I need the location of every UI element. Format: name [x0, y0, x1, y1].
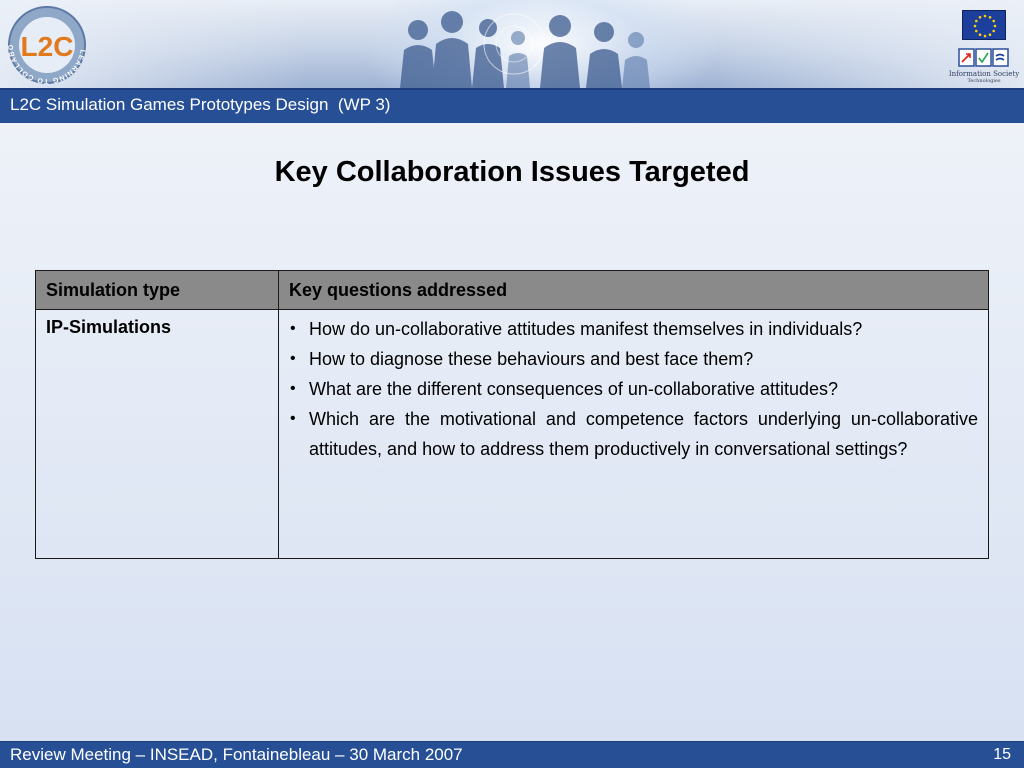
question-text: How to diagnose these behaviours and bes… [309, 349, 754, 369]
simulation-type-cell: IP-Simulations [35, 309, 279, 559]
bullet-icon: • [290, 410, 296, 427]
list-item: • Which are the motivational and compete… [289, 404, 978, 464]
table-row: IP-Simulations • How do un-collaborative… [35, 309, 989, 559]
title-bar: L2C Simulation Games Prototypes Design (… [0, 88, 1024, 123]
question-text: How do un-collaborative attitudes manife… [309, 319, 863, 339]
eu-caption-line2: Technologies [967, 78, 1001, 84]
list-item: • How do un-collaborative attitudes mani… [289, 314, 978, 344]
l2c-logo: LEARNING TO COLLABORATE L2C [4, 4, 86, 84]
bullet-icon: • [290, 380, 296, 397]
logo-text: L2C [21, 31, 74, 62]
question-text: What are the different consequences of u… [309, 379, 838, 399]
column-header-simulation-type: Simulation type [35, 270, 279, 310]
page-number: 15 [993, 746, 1011, 763]
footer-text: Review Meeting – INSEAD, Fontainebleau –… [10, 745, 463, 764]
questions-cell: • How do un-collaborative attitudes mani… [278, 309, 989, 559]
list-item: • What are the different consequences of… [289, 374, 978, 404]
eu-logos: Information Society Technologies [948, 8, 1020, 88]
eu-caption: Information Society Technologies [948, 70, 1020, 84]
issues-table: Simulation type Key questions addressed … [35, 270, 989, 559]
table-header-row: Simulation type Key questions addressed [35, 270, 989, 310]
column-header-key-questions: Key questions addressed [278, 270, 989, 310]
banner-fade [0, 0, 1024, 88]
bullet-icon: • [290, 350, 296, 367]
list-item: • How to diagnose these behaviours and b… [289, 344, 978, 374]
slide-heading: Key Collaboration Issues Targeted [274, 156, 750, 188]
footer-bar: Review Meeting – INSEAD, Fontainebleau –… [0, 741, 1024, 768]
question-text: Which are the motivational and competenc… [309, 409, 978, 459]
presentation-title: L2C Simulation Games Prototypes Design (… [10, 95, 391, 114]
eu-caption-line1: Information Society [948, 70, 1020, 78]
eu-flag-icon [962, 10, 1006, 40]
header-banner: LEARNING TO COLLABORATE L2C Info [0, 0, 1024, 88]
questions-list: • How do un-collaborative attitudes mani… [289, 314, 978, 464]
information-society-logo-icon [958, 48, 1009, 67]
bullet-icon: • [290, 320, 296, 337]
